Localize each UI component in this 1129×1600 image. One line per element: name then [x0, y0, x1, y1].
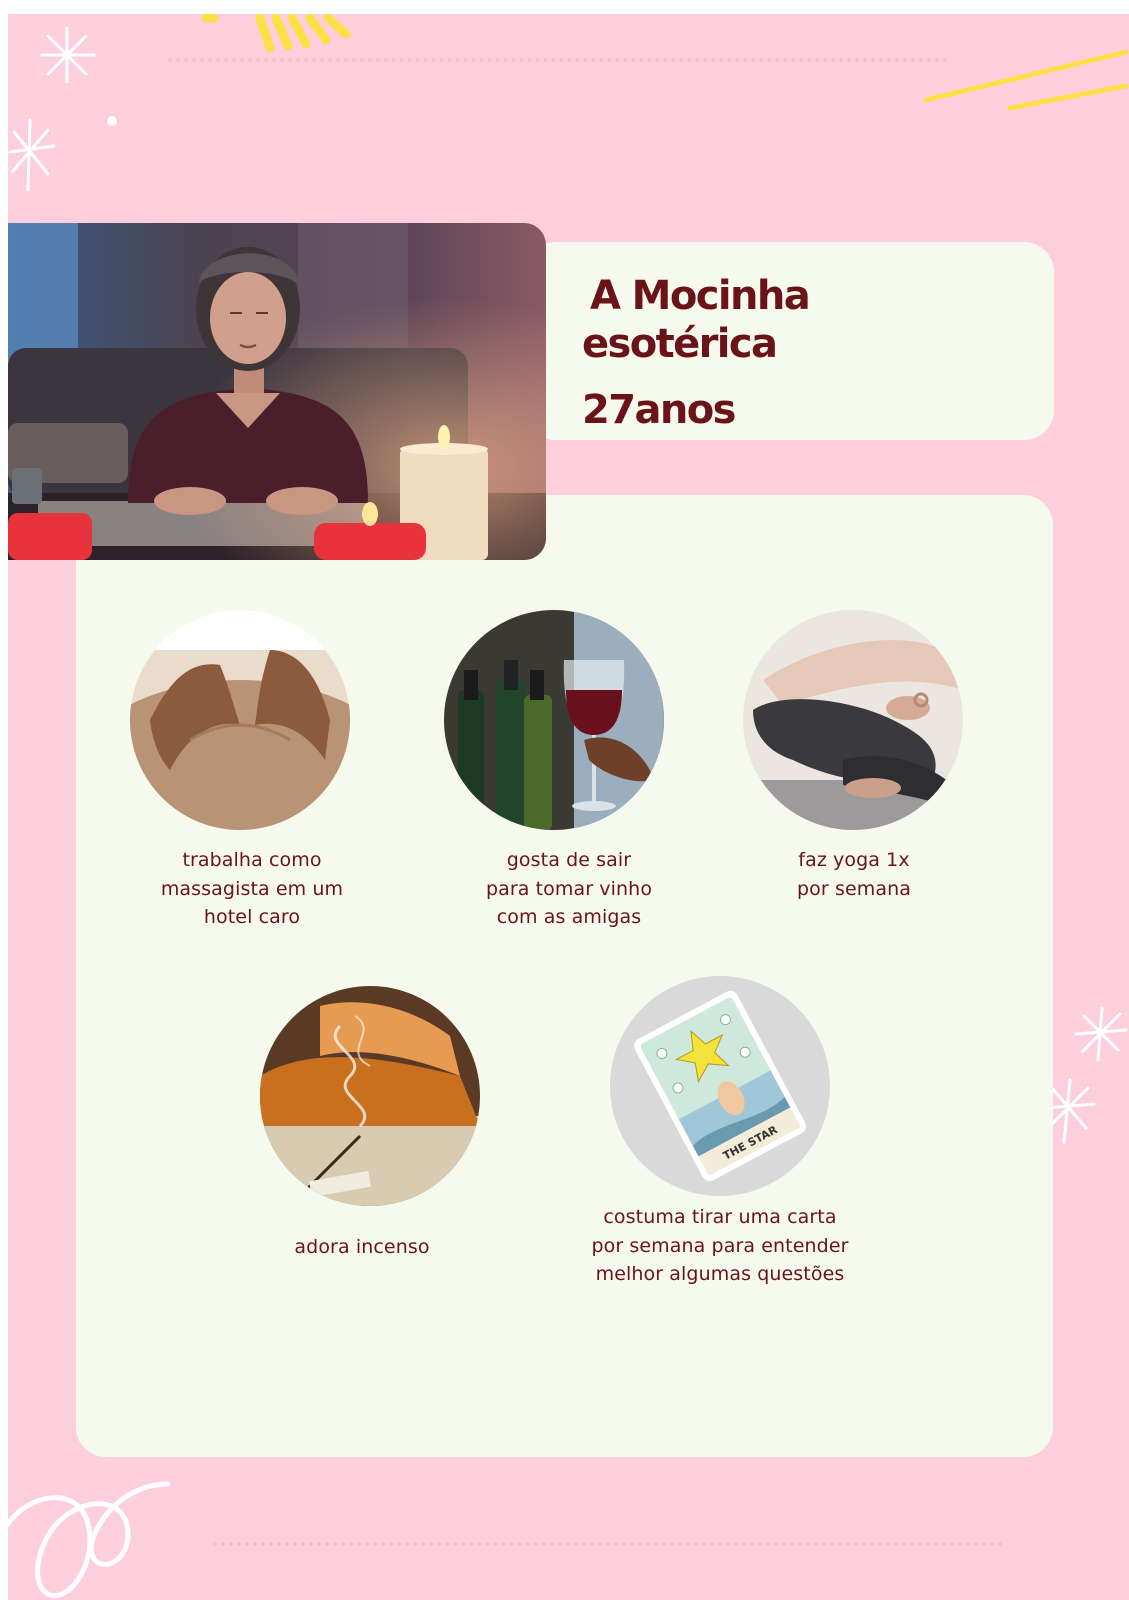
sparkle-decoration-top-left	[40, 26, 96, 84]
sparkle-decoration-right	[1074, 1006, 1128, 1062]
trait-caption-tarot: costuma tirar uma carta por semana para e…	[591, 1206, 849, 1285]
dot-decoration	[107, 116, 117, 126]
persona-title-line-2: esotérica	[582, 321, 778, 367]
persona-age: 27anos	[582, 387, 736, 433]
hero-photo	[8, 223, 546, 560]
persona-title-line-1: A Mocinha	[590, 273, 811, 319]
incense-photo	[260, 986, 480, 1206]
trait-caption-massage: trabalha como massagista em um hotel caro	[160, 849, 344, 928]
tarot-photo: THE STAR	[610, 976, 830, 1196]
dotted-line-decoration-top	[168, 58, 948, 62]
yoga-photo	[743, 610, 963, 830]
page-background: A Mocinha esotérica 27anos trabalha como…	[8, 14, 1129, 1600]
yellow-stroke-decoration-right	[923, 49, 1129, 111]
yellow-brush-decoration-top	[201, 14, 351, 53]
swirl-decoration-bottom-left	[8, 1481, 171, 1599]
trait-caption-wine: gosta de sair para tomar vinho com as amig…	[485, 849, 653, 928]
trait-caption-yoga: faz yoga 1x por semana	[797, 849, 911, 900]
meditating-woman-image	[8, 223, 546, 560]
trait-caption-incense: adora incenso	[294, 1236, 430, 1258]
sparkle-decoration-left	[8, 118, 56, 192]
massage-photo	[130, 610, 350, 830]
dotted-line-decoration-bottom	[213, 1542, 1003, 1546]
wine-photo	[444, 610, 664, 830]
